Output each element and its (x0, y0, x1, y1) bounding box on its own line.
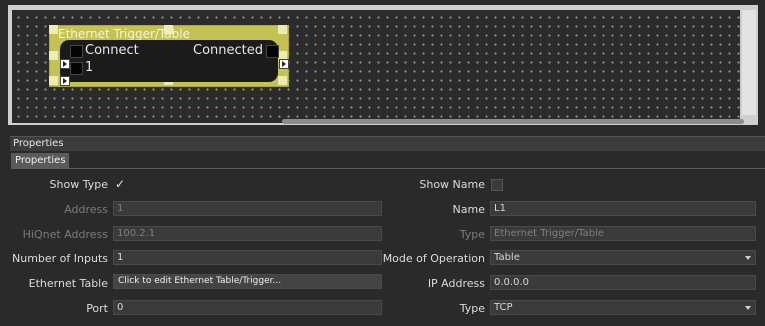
node-body: Connect 1 Connected (60, 40, 279, 82)
protocol-type-value: TCP (494, 302, 513, 313)
input-pin-1[interactable] (60, 76, 70, 86)
show-type-checkbox[interactable]: ✓ (115, 177, 125, 191)
resize-handle-middle-left[interactable] (49, 51, 58, 60)
design-canvas[interactable]: Ethernet Trigger/Table Connect 1 Connect… (12, 10, 744, 124)
ip-address-field[interactable]: 0.0.0.0 (490, 275, 756, 290)
output-label-connected: Connected (193, 43, 264, 58)
resize-handle-bottom-right[interactable] (278, 76, 287, 85)
pin-arrow-icon (282, 61, 286, 67)
name-label: Name (452, 203, 485, 216)
output-pin-connected[interactable] (279, 59, 289, 69)
port-field[interactable]: 0 (113, 300, 382, 315)
hiqnet-address-label: HiQnet Address (22, 228, 108, 241)
output-pin-connected-indicator (266, 45, 279, 58)
input-pin-connect[interactable] (60, 59, 70, 69)
pin-arrow-icon (63, 61, 67, 67)
tab-divider (11, 168, 765, 169)
design-canvas-frame: Ethernet Trigger/Table Connect 1 Connect… (8, 5, 758, 125)
mode-of-operation-select[interactable]: Table (490, 250, 756, 265)
resize-handle-top-left[interactable] (49, 25, 58, 34)
input-pin-1-indicator (70, 62, 83, 75)
type-display-label: Type (459, 228, 485, 241)
mode-of-operation-label: Mode of Operation (382, 252, 485, 265)
port-label: Port (86, 302, 108, 315)
mode-of-operation-value: Table (494, 252, 520, 263)
input-label-index: 1 (85, 60, 94, 75)
chevron-down-icon (745, 306, 751, 310)
tab-properties[interactable]: Properties (11, 153, 69, 168)
edit-ethernet-table-button[interactable]: Click to edit Ethernet Table/Trigger... (113, 274, 382, 289)
number-of-inputs-label: Number of Inputs (12, 252, 108, 265)
show-name-checkbox[interactable] (491, 179, 503, 191)
node-title: Ethernet Trigger/Table (58, 27, 190, 41)
hiqnet-address-field: 100.2.1 (113, 226, 382, 241)
chevron-down-icon (745, 256, 751, 260)
protocol-type-label: Type (459, 302, 485, 315)
pin-arrow-icon (63, 78, 67, 84)
input-pin-connect-indicator (70, 45, 83, 58)
show-name-label: Show Name (419, 178, 485, 191)
type-display-field: Ethernet Trigger/Table (490, 226, 756, 241)
ethernet-trigger-table-node[interactable]: Ethernet Trigger/Table Connect 1 Connect… (49, 25, 289, 87)
resize-handle-bottom-left[interactable] (49, 76, 58, 85)
canvas-vertical-scrollbar[interactable] (742, 10, 756, 115)
ip-address-label: IP Address (427, 277, 485, 290)
input-label-connect: Connect (85, 43, 139, 58)
properties-panel-header: Properties (10, 136, 765, 151)
show-type-label: Show Type (49, 178, 108, 191)
canvas-horizontal-scrollbar[interactable] (282, 119, 744, 124)
address-label: Address (64, 203, 108, 216)
resize-handle-top-right[interactable] (278, 25, 287, 34)
protocol-type-select[interactable]: TCP (490, 300, 756, 315)
address-field: 1 (113, 201, 382, 216)
name-field[interactable]: L1 (490, 201, 756, 216)
ethernet-table-label: Ethernet Table (28, 277, 108, 290)
number-of-inputs-field[interactable]: 1 (113, 250, 382, 265)
